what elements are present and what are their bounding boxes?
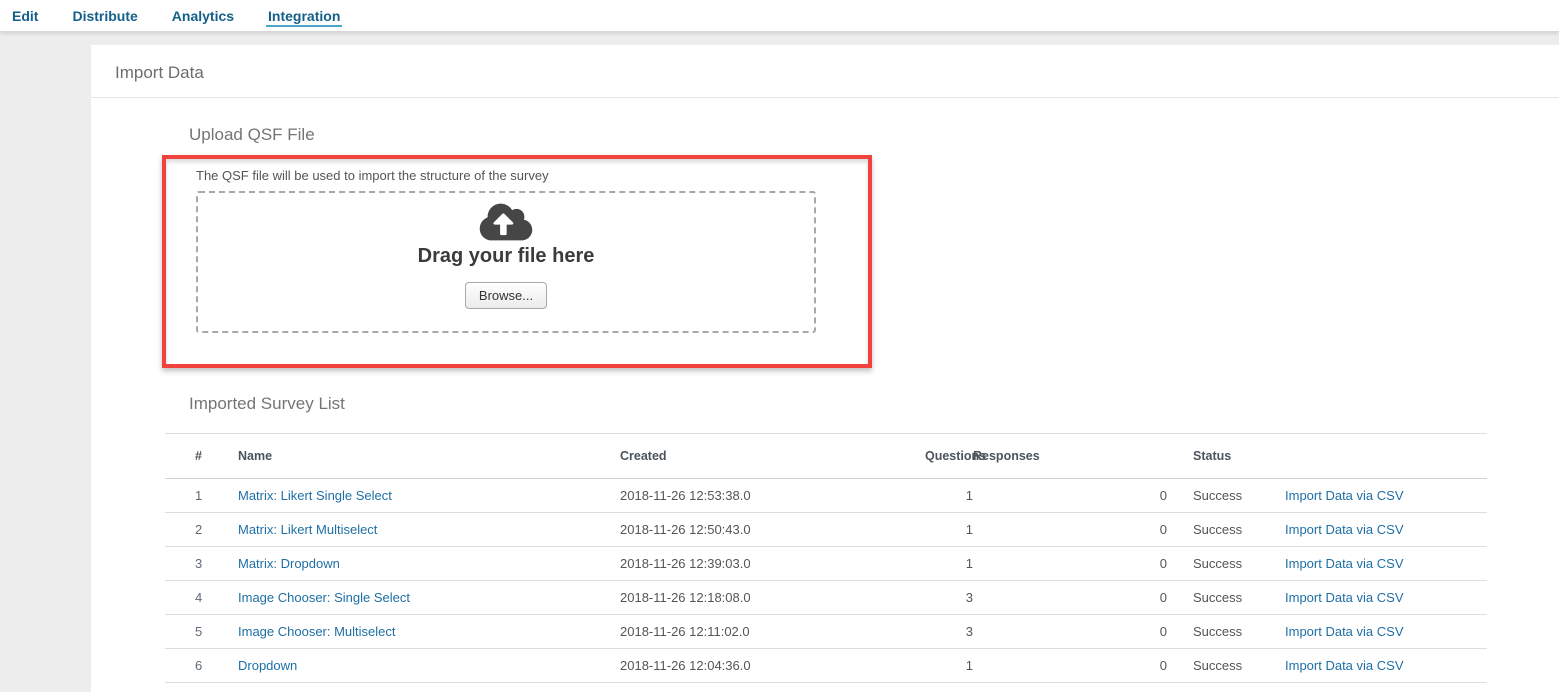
column-header-action — [1285, 434, 1487, 479]
survey-name-link[interactable]: Matrix: Likert Single Select — [238, 488, 392, 503]
nav-item-integration: Integration — [266, 4, 342, 27]
column-header-Questions: Questions — [925, 434, 973, 479]
row-number-cell: 4 — [165, 581, 238, 615]
import-csv-link[interactable]: Import Data via CSV — [1285, 522, 1404, 537]
table-header-row: #NameCreatedQuestionsResponsesStatus — [165, 434, 1487, 479]
top-nav-list: Edit Distribute Analytics Integration — [0, 0, 1559, 31]
table-row: 2Matrix: Likert Multiselect 2018-11-26 12… — [165, 513, 1487, 547]
column-header-Created: Created — [620, 434, 925, 479]
column-header-#: # — [165, 434, 238, 479]
table-row: 6Dropdown 2018-11-26 12:04:36.010SuccessI… — [165, 649, 1487, 683]
nav-link-edit[interactable]: Edit — [10, 4, 40, 27]
survey-name-link[interactable]: Dropdown — [238, 658, 297, 673]
nav-item-analytics: Analytics — [170, 4, 236, 27]
questions-count-cell: 1 — [925, 547, 973, 581]
column-header-Status: Status — [1167, 434, 1285, 479]
survey-name-link-cell: Matrix: Dropdown — [238, 547, 620, 581]
questions-count-cell: 3 — [925, 615, 973, 649]
nav-link-analytics[interactable]: Analytics — [170, 4, 236, 27]
status-label-cell: Success — [1167, 615, 1285, 649]
status-label-cell: Success — [1167, 581, 1285, 615]
survey-name-link[interactable]: Matrix: Dropdown — [238, 556, 340, 571]
status-label-cell: Success — [1167, 479, 1285, 513]
row-number-cell: 2 — [165, 513, 238, 547]
created-timestamp-cell: 2018-11-26 12:53:38.0 — [620, 479, 925, 513]
questions-count-cell: 1 — [925, 513, 973, 547]
column-header-Responses: Responses — [973, 434, 1167, 479]
table-row: 3Matrix: Dropdown 2018-11-26 12:39:03.010… — [165, 547, 1487, 581]
column-header-Name: Name — [238, 434, 620, 479]
upload-description: The QSF file will be used to import the … — [196, 168, 549, 183]
survey-name-link-cell: Image Chooser: Single Select — [238, 581, 620, 615]
import-data-panel: Import Data Upload QSF File The QSF file… — [91, 45, 1559, 692]
dropzone-label: Drag your file here — [418, 245, 595, 268]
table-row: 5Image Chooser: Multiselect 2018-11-26 12… — [165, 615, 1487, 649]
import-csv-link-cell: Import Data via CSV — [1285, 547, 1487, 581]
import-csv-link-cell: Import Data via CSV — [1285, 615, 1487, 649]
created-timestamp-cell: 2018-11-26 12:11:02.0 — [620, 615, 925, 649]
row-number-cell: 3 — [165, 547, 238, 581]
row-number-cell: 5 — [165, 615, 238, 649]
page: Edit Distribute Analytics Integration Impor… — [0, 0, 1559, 692]
annotation-highlight-box: The QSF file will be used to import the … — [162, 155, 872, 368]
created-timestamp-cell: 2018-11-26 12:18:08.0 — [620, 581, 925, 615]
survey-name-link-cell: Matrix: Likert Multiselect — [238, 513, 620, 547]
panel-divider — [91, 97, 1559, 98]
nav-link-distribute[interactable]: Distribute — [70, 4, 139, 27]
responses-count-cell: 0 — [973, 615, 1167, 649]
table-row: 4Image Chooser: Single Select 2018-11-26 … — [165, 581, 1487, 615]
responses-count-cell: 0 — [973, 547, 1167, 581]
status-label-cell: Success — [1167, 513, 1285, 547]
status-label-cell: Success — [1167, 547, 1285, 581]
import-csv-link[interactable]: Import Data via CSV — [1285, 488, 1404, 503]
responses-count-cell: 0 — [973, 479, 1167, 513]
import-csv-link[interactable]: Import Data via CSV — [1285, 624, 1404, 639]
nav-item-distribute: Distribute — [70, 4, 139, 27]
table-row: 1Matrix: Likert Single Select2018-11-26 … — [165, 479, 1487, 513]
import-csv-link[interactable]: Import Data via CSV — [1285, 590, 1404, 605]
import-csv-link-cell: Import Data via CSV — [1285, 581, 1487, 615]
created-timestamp-cell: 2018-11-26 12:39:03.0 — [620, 547, 925, 581]
responses-count-cell: 0 — [973, 581, 1167, 615]
status-label-cell: Success — [1167, 649, 1285, 683]
row-number-cell: 1 — [165, 479, 238, 513]
survey-name-link[interactable]: Image Chooser: Single Select — [238, 590, 410, 605]
page-title: Import Data — [115, 63, 204, 83]
import-csv-link-cell: Import Data via CSV — [1285, 649, 1487, 683]
responses-count-cell: 0 — [973, 649, 1167, 683]
nav-link-integration[interactable]: Integration — [266, 4, 342, 27]
created-timestamp-cell: 2018-11-26 12:50:43.0 — [620, 513, 925, 547]
questions-count-cell: 3 — [925, 581, 973, 615]
import-csv-link[interactable]: Import Data via CSV — [1285, 658, 1404, 673]
cloud-upload-icon — [479, 201, 533, 243]
survey-name-link-cell: Matrix: Likert Single Select — [238, 479, 620, 513]
survey-table-body: 1Matrix: Likert Single Select2018-11-26 … — [165, 479, 1487, 683]
questions-count-cell: 1 — [925, 479, 973, 513]
survey-name-link-cell: Image Chooser: Multiselect — [238, 615, 620, 649]
survey-name-link[interactable]: Matrix: Likert Multiselect — [238, 522, 377, 537]
responses-count-cell: 0 — [973, 513, 1167, 547]
browse-button[interactable]: Browse... — [465, 282, 547, 309]
upload-section-heading: Upload QSF File — [189, 125, 315, 145]
survey-name-link-cell: Dropdown — [238, 649, 620, 683]
file-dropzone[interactable]: Drag your file here Browse... — [196, 191, 816, 333]
row-number-cell: 6 — [165, 649, 238, 683]
created-timestamp-cell: 2018-11-26 12:04:36.0 — [620, 649, 925, 683]
survey-list-heading: Imported Survey List — [189, 394, 345, 414]
survey-name-link[interactable]: Image Chooser: Multiselect — [238, 624, 396, 639]
imported-survey-table: #NameCreatedQuestionsResponsesStatus 1Ma… — [165, 433, 1487, 683]
questions-count-cell: 1 — [925, 649, 973, 683]
top-navbar: Edit Distribute Analytics Integration — [0, 0, 1559, 32]
import-csv-link-cell: Import Data via CSV — [1285, 513, 1487, 547]
import-csv-link-cell: Import Data via CSV — [1285, 479, 1487, 513]
nav-item-edit: Edit — [10, 4, 40, 27]
import-csv-link[interactable]: Import Data via CSV — [1285, 556, 1404, 571]
